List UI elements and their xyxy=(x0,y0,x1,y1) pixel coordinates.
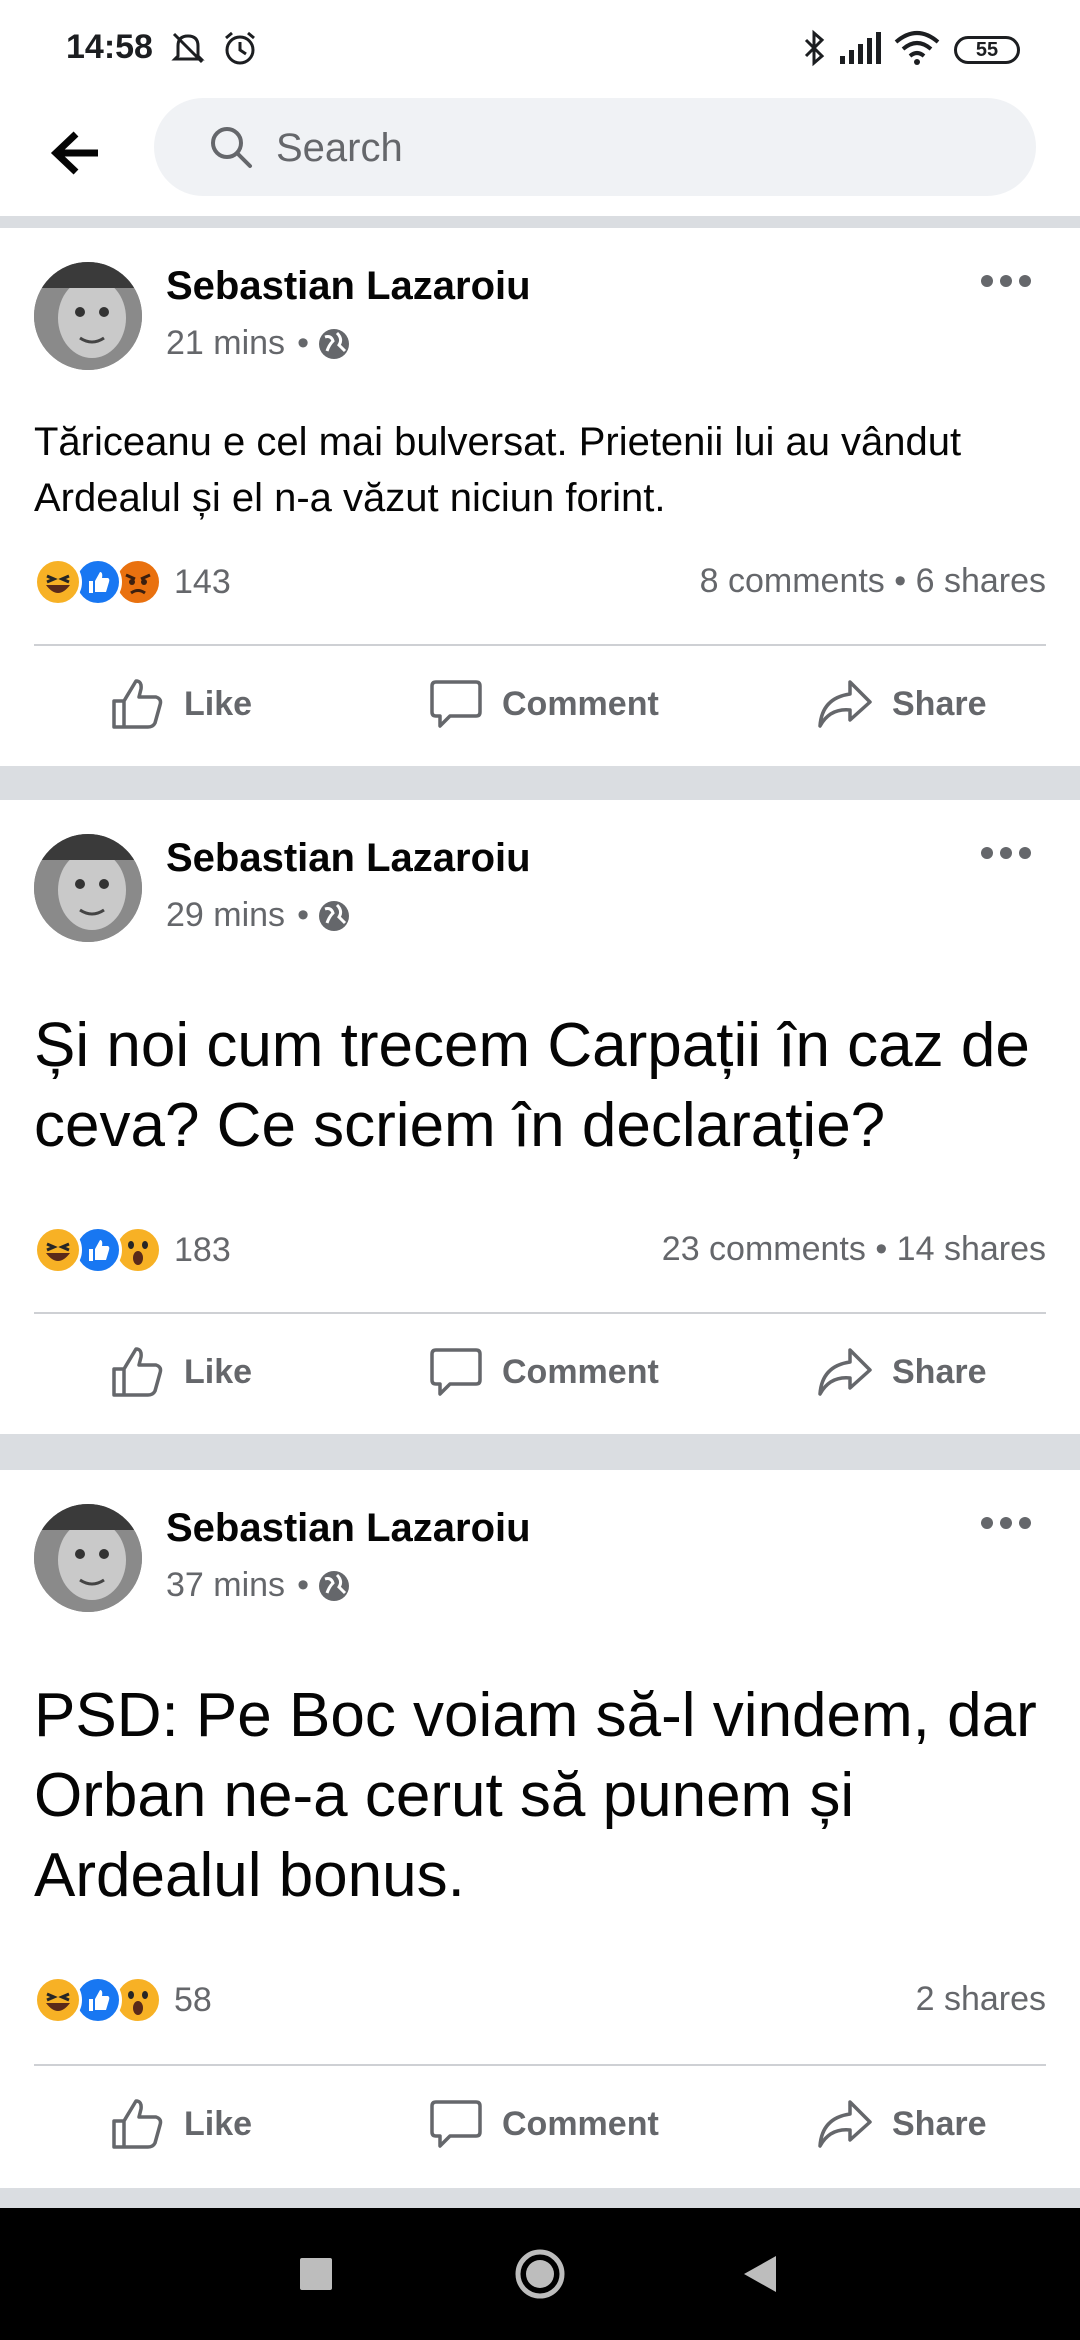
search-placeholder: Search xyxy=(276,126,403,170)
reaction-count: 58 xyxy=(174,1980,212,2019)
wifi-icon xyxy=(892,28,942,73)
comment-icon xyxy=(430,2100,482,2148)
comment-icon xyxy=(430,680,482,728)
comments-shares-count[interactable]: 8 comments • 6 shares xyxy=(700,562,1046,601)
post-actions: Like Comment Share xyxy=(0,1332,1080,1412)
avatar[interactable] xyxy=(34,1504,142,1612)
post-meta: 29 mins • xyxy=(166,896,351,935)
post-divider xyxy=(34,644,1046,646)
author-name[interactable]: Sebastian Lazaroiu xyxy=(166,264,531,309)
share-icon xyxy=(818,1348,872,1396)
mute-icon xyxy=(168,28,208,73)
reaction-count: 183 xyxy=(174,1230,231,1269)
share-label: Share xyxy=(892,2104,987,2143)
search-input[interactable]: Search xyxy=(154,98,1036,196)
share-button[interactable]: Share xyxy=(816,2084,987,2164)
globe-icon xyxy=(318,328,349,359)
like-label: Like xyxy=(184,1352,253,1391)
comment-button[interactable]: Comment xyxy=(428,664,659,744)
share-icon xyxy=(818,2100,872,2148)
like-label: Like xyxy=(184,684,253,723)
reaction-count: 143 xyxy=(174,562,231,601)
system-navigation-bar xyxy=(0,2208,1080,2340)
header-divider xyxy=(0,216,1080,226)
back-arrow-icon xyxy=(50,131,98,175)
share-button[interactable]: Share xyxy=(816,1332,987,1412)
more-options-icon[interactable] xyxy=(980,274,1032,288)
comment-label: Comment xyxy=(502,2104,659,2143)
reactions-summary[interactable]: 183 xyxy=(34,1226,231,1274)
more-options-icon[interactable] xyxy=(980,1516,1032,1530)
comments-shares-count[interactable]: 23 comments • 14 shares xyxy=(662,1230,1046,1269)
like-label: Like xyxy=(184,2104,253,2143)
post-actions: Like Comment Share xyxy=(0,664,1080,744)
recents-icon[interactable] xyxy=(300,2258,332,2290)
globe-icon xyxy=(318,1570,349,1601)
haha-reaction-icon xyxy=(34,558,82,606)
status-time: 14:58 xyxy=(66,28,153,66)
post-time[interactable]: 29 mins xyxy=(166,896,285,935)
alarm-icon xyxy=(220,28,260,73)
comment-icon xyxy=(430,1348,482,1396)
share-icon xyxy=(818,680,872,728)
top-bar: Search xyxy=(0,96,1080,218)
bluetooth-icon xyxy=(800,28,828,73)
post-text: PSD: Pe Boc voiam să-l vindem, dar Orban… xyxy=(34,1681,1037,1910)
comment-button[interactable]: Comment xyxy=(428,1332,659,1412)
search-icon xyxy=(208,124,254,175)
post-divider xyxy=(34,2064,1046,2066)
post: Sebastian Lazaroiu 29 mins • Și noi cum … xyxy=(0,800,1080,1434)
avatar[interactable] xyxy=(34,262,142,370)
like-icon xyxy=(112,2099,163,2149)
comment-button[interactable]: Comment xyxy=(428,2084,659,2164)
haha-reaction-icon xyxy=(34,1226,82,1274)
post-divider xyxy=(34,1312,1046,1314)
back-button[interactable] xyxy=(48,122,110,184)
post-actions: Like Comment Share xyxy=(0,2084,1080,2164)
comment-label: Comment xyxy=(502,684,659,723)
back-nav-icon[interactable] xyxy=(742,2254,778,2294)
like-button[interactable]: Like xyxy=(108,1332,252,1412)
home-icon[interactable] xyxy=(514,2248,566,2300)
post: Sebastian Lazaroiu 37 mins • PSD: Pe Boc… xyxy=(0,1470,1080,2188)
comment-label: Comment xyxy=(502,1352,659,1391)
status-bar: 14:58 55 xyxy=(0,0,1080,96)
reactions-summary[interactable]: 58 xyxy=(34,1976,212,2024)
post-meta: 21 mins • xyxy=(166,324,351,363)
post-time[interactable]: 21 mins xyxy=(166,324,285,363)
post-time[interactable]: 37 mins xyxy=(166,1566,285,1605)
signal-icon xyxy=(838,28,882,73)
comments-shares-count[interactable]: 2 shares xyxy=(916,1980,1046,2019)
author-name[interactable]: Sebastian Lazaroiu xyxy=(166,836,531,881)
share-button[interactable]: Share xyxy=(816,664,987,744)
battery-indicator: 55 xyxy=(954,36,1020,64)
avatar[interactable] xyxy=(34,834,142,942)
post: Sebastian Lazaroiu 21 mins • Tăriceanu e… xyxy=(0,228,1080,766)
author-name[interactable]: Sebastian Lazaroiu xyxy=(166,1506,531,1551)
globe-icon xyxy=(318,900,349,931)
like-icon xyxy=(112,1347,163,1397)
share-label: Share xyxy=(892,1352,987,1391)
haha-reaction-icon xyxy=(34,1976,82,2024)
more-options-icon[interactable] xyxy=(980,846,1032,860)
like-button[interactable]: Like xyxy=(108,664,252,744)
like-icon xyxy=(112,679,163,729)
reactions-summary[interactable]: 143 xyxy=(34,558,231,606)
share-label: Share xyxy=(892,684,987,723)
like-button[interactable]: Like xyxy=(108,2084,252,2164)
post-text: Și noi cum trecem Carpații în caz de cev… xyxy=(34,1011,1030,1160)
post-text: Tăriceanu e cel mai bulversat. Prietenii… xyxy=(34,420,962,520)
post-meta: 37 mins • xyxy=(166,1566,351,1605)
